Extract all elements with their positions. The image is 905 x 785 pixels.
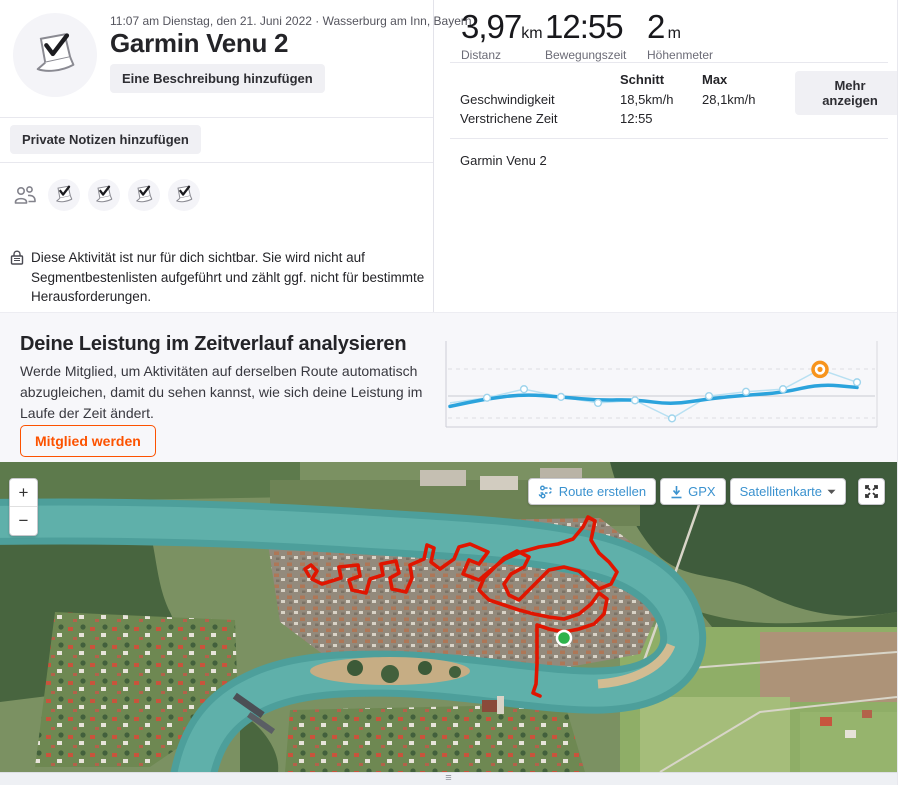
laptop-check-icon xyxy=(36,33,75,72)
lock-icon xyxy=(10,250,24,265)
stat-unit: m xyxy=(667,25,681,42)
gpx-label: GPX xyxy=(688,484,716,499)
achievement-badge[interactable] xyxy=(88,179,120,211)
stat-unit: km xyxy=(521,25,543,42)
download-icon xyxy=(671,485,682,498)
zoom-out-button[interactable]: − xyxy=(10,507,37,535)
table-col-schnitt: Schnitt xyxy=(620,72,665,87)
chart-series xyxy=(448,360,862,423)
table-row-label: Geschwindigkeit xyxy=(460,92,555,107)
create-route-button[interactable]: Route erstellen xyxy=(527,478,657,505)
layer-label: Satellitenkarte xyxy=(739,484,822,499)
create-route-label: Route erstellen xyxy=(558,484,647,499)
show-more-button[interactable]: Mehr anzeigen xyxy=(795,71,905,115)
stat-value: 2 xyxy=(647,8,665,45)
divider xyxy=(0,117,433,118)
laptop-check-icon xyxy=(176,185,193,203)
table-col-max: Max xyxy=(702,72,728,87)
become-member-button[interactable]: Mitglied werden xyxy=(20,425,156,457)
stat-value: 12:55 xyxy=(545,8,624,45)
page-scrollbar-gutter[interactable] xyxy=(897,0,905,785)
achievement-badge[interactable] xyxy=(48,179,80,211)
social-achievements-row xyxy=(12,177,200,213)
fullscreen-icon xyxy=(865,485,878,498)
stat-label: Distanz xyxy=(461,48,502,62)
table-cell: 18,5km/h xyxy=(620,92,674,107)
divider xyxy=(450,138,888,139)
achievement-badge[interactable] xyxy=(168,179,200,211)
map-layer-select[interactable]: Satellitenkarte xyxy=(729,478,846,505)
gpx-download-button[interactable]: GPX xyxy=(660,478,726,505)
device-name: Garmin Venu 2 xyxy=(460,153,547,168)
stat-moving-time: 12:55 Bewegungszeit xyxy=(545,8,626,62)
stat-value: 3,97 xyxy=(461,8,522,45)
activity-avatar[interactable] xyxy=(13,13,97,97)
map-resize-handle[interactable]: ≡ xyxy=(0,772,897,785)
fullscreen-button[interactable] xyxy=(858,478,885,505)
performance-sparkline-chart xyxy=(445,341,878,428)
stat-elevation: 2 m Höhenmeter xyxy=(647,8,713,62)
map-zoom-control: + − xyxy=(9,478,38,536)
privacy-notice: Diese Aktivität ist nur für dich sichtba… xyxy=(10,248,428,307)
upsell-body: Werde Mitglied, um Aktivitäten auf derse… xyxy=(20,363,423,421)
route-icon xyxy=(538,485,552,498)
divider xyxy=(450,62,888,63)
zoom-in-button[interactable]: + xyxy=(10,479,37,507)
route-start-marker xyxy=(555,629,573,647)
stat-label: Bewegungszeit xyxy=(545,48,627,62)
upsell-title: Deine Leistung im Zeitverlauf analysiere… xyxy=(20,333,407,355)
stat-label: Höhenmeter xyxy=(647,48,714,62)
laptop-check-icon xyxy=(136,185,153,203)
laptop-check-icon xyxy=(96,185,113,203)
table-cell: 12:55 xyxy=(620,111,653,126)
private-notes-button[interactable]: Private Notizen hinzufügen xyxy=(10,125,201,154)
satellite-map-canvas xyxy=(0,462,897,772)
divider xyxy=(0,162,433,163)
grip-icon: ≡ xyxy=(445,772,452,784)
athletes-group-icon[interactable] xyxy=(12,182,38,208)
activity-title: Garmin Venu 2 xyxy=(110,28,289,58)
add-description-button[interactable]: Eine Beschreibung hinzufügen xyxy=(110,64,325,93)
table-cell: 28,1km/h xyxy=(702,92,756,107)
table-row-label: Verstrichene Zeit xyxy=(460,111,558,126)
privacy-notice-text: Diese Aktivität ist nur für dich sichtba… xyxy=(31,250,425,305)
upsell-section: Deine Leistung im Zeitverlauf analysiere… xyxy=(0,312,897,462)
chevron-down-icon xyxy=(827,489,836,494)
activity-meta: 11:07 am Dienstag, den 21. Juni 2022 · W… xyxy=(110,14,472,28)
achievement-badge[interactable] xyxy=(128,179,160,211)
laptop-check-icon xyxy=(56,185,73,203)
activity-map[interactable]: + − Route erstellen GPX Satellitenkarte xyxy=(0,462,897,772)
column-divider xyxy=(433,0,434,312)
stat-distance: 3,97km Distanz xyxy=(461,8,543,62)
